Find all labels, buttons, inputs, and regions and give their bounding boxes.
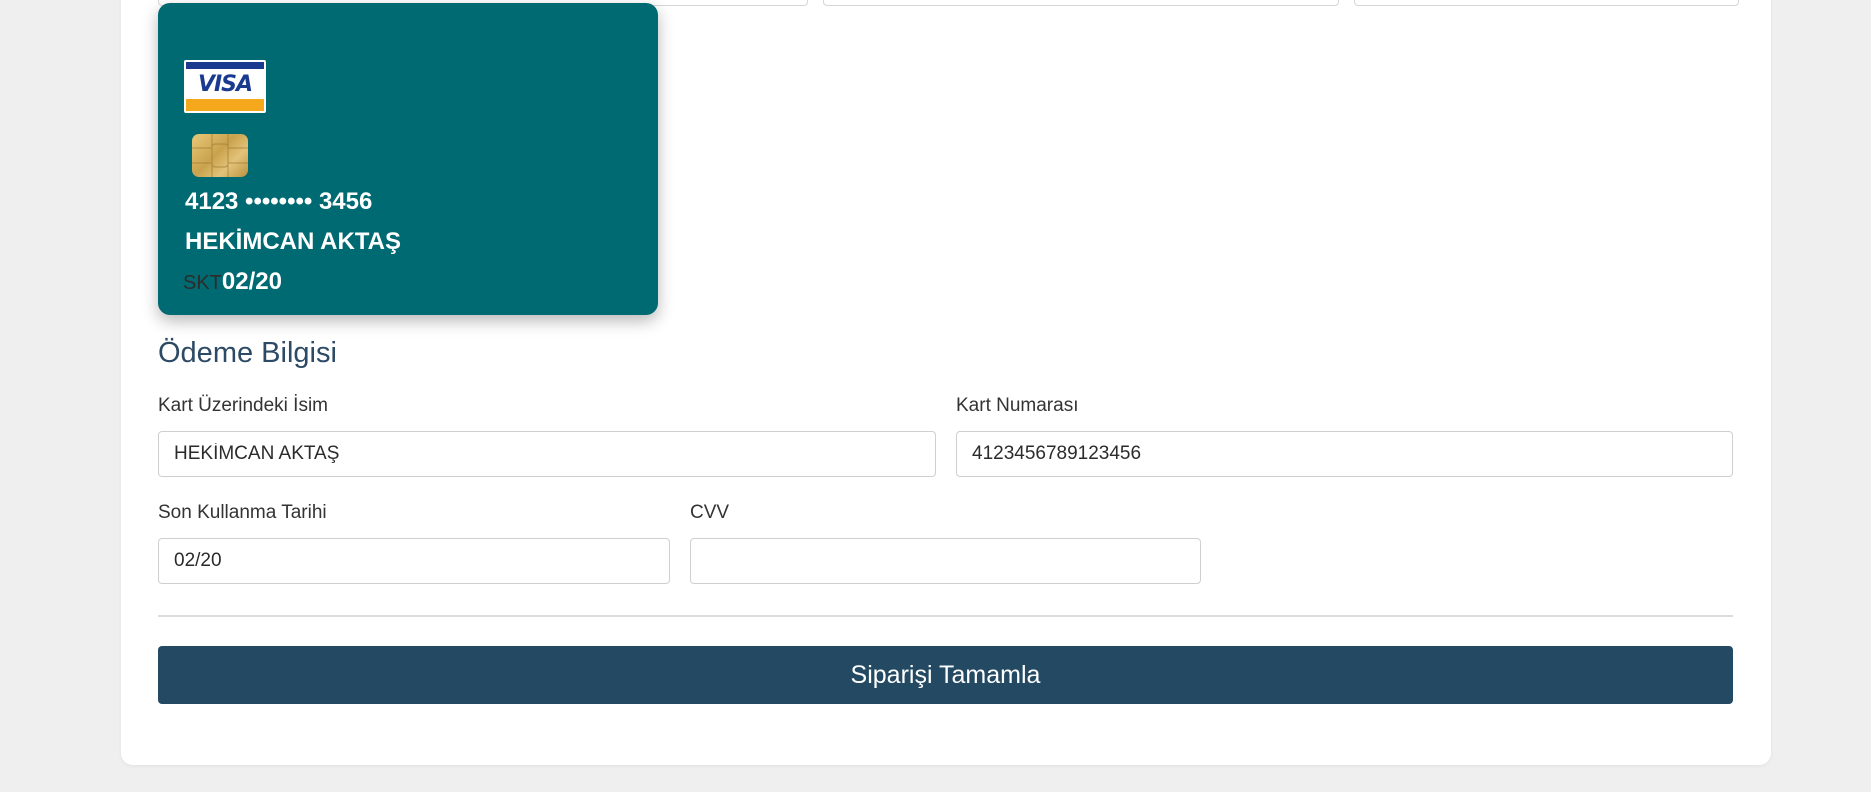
top-field-3[interactable]: [1354, 0, 1739, 6]
chip-icon: [192, 134, 248, 177]
cvv-input[interactable]: [690, 538, 1201, 584]
form-divider: [158, 615, 1733, 617]
card-number-input[interactable]: [956, 431, 1733, 477]
card-number-display: 4123 •••••••• 3456: [185, 188, 373, 215]
cvv-label: CVV: [690, 502, 730, 523]
credit-card-preview: VISA 4123 •••••••• 3456 HEKİMCAN AKTAŞ S…: [158, 3, 658, 315]
expiry-date-input[interactable]: [158, 538, 670, 584]
cardholder-name-label: Kart Üzerindeki İsim: [158, 395, 328, 416]
expiry-value: 02/20: [221, 268, 282, 295]
expiry-date-label: Son Kullanma Tarihi: [158, 502, 327, 523]
cardholder-name-input[interactable]: [158, 431, 936, 477]
expiry-short-label: SKT: [183, 272, 222, 294]
top-field-2[interactable]: [823, 0, 1339, 6]
card-brand: VISA: [197, 72, 253, 97]
complete-order-button[interactable]: Siparişi Tamamla: [158, 646, 1733, 704]
card-holder-display: HEKİMCAN AKTAŞ: [185, 228, 401, 255]
card-expiry-display: SKT02/20: [183, 267, 282, 300]
visa-logo-icon: VISA: [184, 60, 266, 113]
card-number-label: Kart Numarası: [956, 395, 1079, 416]
payment-section-title: Ödeme Bilgisi: [158, 337, 337, 369]
